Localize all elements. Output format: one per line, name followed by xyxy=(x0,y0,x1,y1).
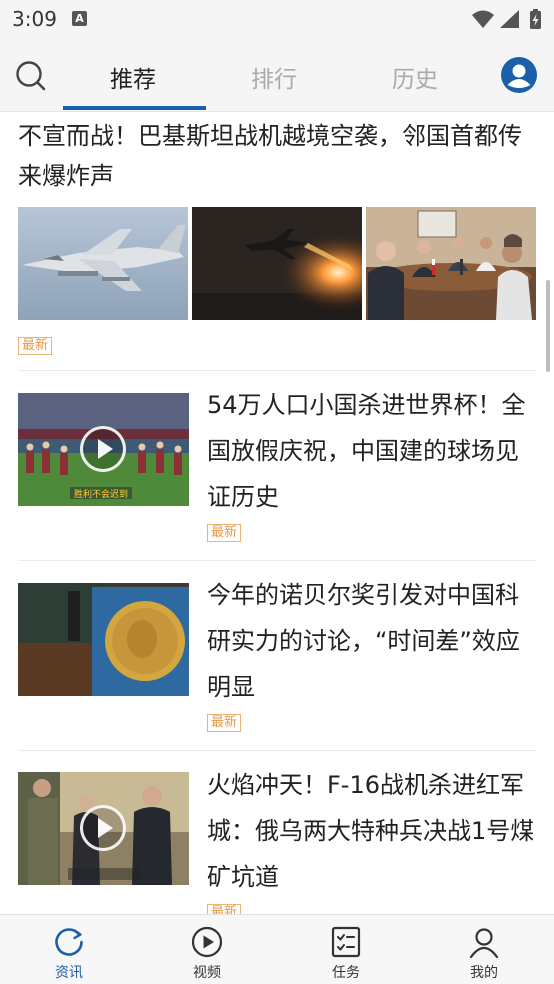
tab-recommend[interactable]: 推荐 xyxy=(110,60,156,94)
bottom-navigation: 资讯 视频 任务 我的 xyxy=(0,914,554,984)
article-tag-latest: 最新 xyxy=(207,524,242,542)
wifi-icon xyxy=(472,10,494,28)
top-tab-bar: 推荐 排行 历史 xyxy=(0,38,554,112)
night-jet-launch-photo[interactable] xyxy=(192,207,362,320)
diplomatic-meeting-photo[interactable] xyxy=(366,207,536,320)
play-circle-icon xyxy=(191,926,223,958)
nav-item-me[interactable]: 我的 xyxy=(434,915,534,984)
fighter-jet-photo[interactable] xyxy=(18,207,188,320)
status-time: 3:09 xyxy=(12,7,57,31)
status-icons xyxy=(472,9,541,29)
user-avatar-icon[interactable] xyxy=(500,56,538,94)
search-icon[interactable] xyxy=(14,59,48,93)
video-caption: 胜利不会迟到 xyxy=(74,488,128,500)
article-title[interactable]: 火焰冲天！F-16战机杀进红军城：俄乌两大特种兵决战1号煤矿坑道 xyxy=(207,762,537,900)
article-title[interactable]: 不宣而战！巴基斯坦战机越境空袭，邻国首都传来爆炸声 xyxy=(18,116,538,196)
nav-label: 资讯 xyxy=(55,965,83,981)
nav-label: 我的 xyxy=(470,965,498,981)
active-tab-indicator xyxy=(63,106,206,110)
news-feed[interactable]: 不宣而战！巴基斯坦战机越境空袭，邻国首都传来爆炸声 最新 胜利不会迟到 54万人… xyxy=(0,112,554,914)
article-tag-latest: 最新 xyxy=(207,904,242,914)
play-icon[interactable] xyxy=(80,426,126,472)
tab-history[interactable]: 历史 xyxy=(392,60,438,94)
nobel-medal-photo[interactable] xyxy=(18,583,189,696)
article-image-row[interactable] xyxy=(18,207,536,321)
divider xyxy=(18,750,536,751)
article-title[interactable]: 54万人口小国杀进世界杯！全国放假庆祝，中国建的球场见证历史 xyxy=(207,382,537,520)
nav-item-video[interactable]: 视频 xyxy=(157,915,257,984)
battery-charging-icon xyxy=(530,9,541,29)
tab-ranking[interactable]: 排行 xyxy=(251,60,297,94)
play-icon[interactable] xyxy=(80,805,126,851)
divider xyxy=(18,560,536,561)
task-list-icon xyxy=(331,926,361,958)
article-title[interactable]: 今年的诺贝尔奖引发对中国科研实力的讨论，“时间差”效应明显 xyxy=(207,572,537,710)
refresh-news-icon xyxy=(55,928,83,956)
profile-icon xyxy=(469,928,499,959)
military-officers-photo[interactable] xyxy=(18,772,189,885)
status-bar: 3:09 A xyxy=(0,0,554,38)
article-tag-latest: 最新 xyxy=(207,714,242,732)
scrollbar-thumb[interactable] xyxy=(546,280,550,372)
article-tag-latest: 最新 xyxy=(18,337,53,355)
divider xyxy=(18,370,536,371)
nav-label: 任务 xyxy=(332,965,360,981)
nav-item-tasks[interactable]: 任务 xyxy=(296,915,396,984)
nav-item-news[interactable]: 资讯 xyxy=(19,915,119,984)
notification-icon: A xyxy=(72,11,87,26)
football-team-stadium-photo[interactable]: 胜利不会迟到 xyxy=(18,393,189,506)
signal-icon xyxy=(500,10,519,28)
nav-label: 视频 xyxy=(193,965,221,981)
